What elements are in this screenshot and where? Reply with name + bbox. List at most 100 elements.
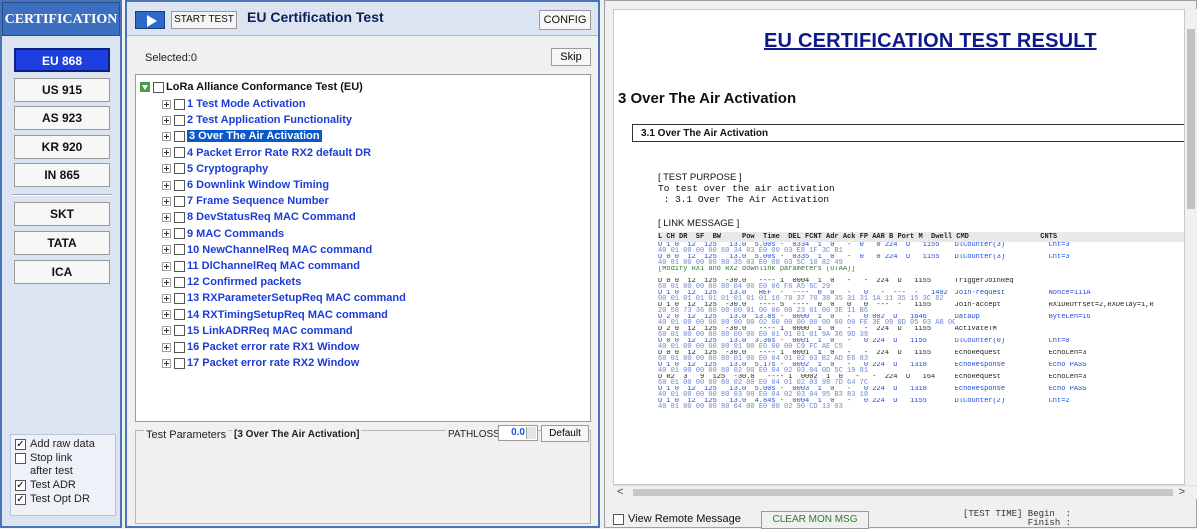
tree-item-checkbox[interactable] <box>174 260 185 272</box>
log-row-main: [Modify RX1 and RX2 downlink parameters … <box>658 266 856 273</box>
report-document[interactable]: EU CERTIFICATION TEST RESULT 3 Over The … <box>613 9 1185 485</box>
tree-item-checkbox[interactable] <box>174 325 185 337</box>
checkbox-test-adr[interactable]: ✓ <box>15 480 26 491</box>
tree-root[interactable]: LoRa Alliance Conformance Test (EU) <box>140 81 363 93</box>
tree-item[interactable]: 10 NewChannelReq MAC command <box>162 243 372 257</box>
operator-button-tata[interactable]: TATA <box>14 231 110 255</box>
region-button-us915[interactable]: US 915 <box>14 78 110 102</box>
subsection-title: 3.1 Over The Air Activation <box>632 124 1184 142</box>
tree-item[interactable]: 11 DlChannelReq MAC command <box>162 259 360 273</box>
expand-icon[interactable] <box>162 115 171 125</box>
region-button-in865[interactable]: IN 865 <box>14 163 110 187</box>
expand-icon[interactable] <box>162 358 171 368</box>
tree-item-checkbox[interactable] <box>174 292 185 304</box>
tree-item-checkbox[interactable] <box>174 341 185 353</box>
expand-icon[interactable] <box>162 326 171 336</box>
tree-item-checkbox[interactable] <box>174 228 185 240</box>
log-row-cnts <box>1049 278 1184 290</box>
option-test-adr[interactable]: ✓ Test ADR <box>15 479 115 492</box>
tree-item[interactable]: 6 Downlink Window Timing <box>162 178 329 192</box>
scroll-left-icon[interactable]: < <box>617 486 623 498</box>
expand-icon[interactable] <box>162 310 171 320</box>
log-row-cmd: EchoRequest <box>954 374 1001 381</box>
tree-item[interactable]: 12 Confirmed packets <box>162 275 301 289</box>
checkbox-stop-link[interactable] <box>15 453 26 464</box>
view-remote-toggle[interactable]: View Remote Message <box>613 513 741 525</box>
tree-item-checkbox[interactable] <box>174 163 185 175</box>
tree-item-checkbox[interactable] <box>174 179 185 191</box>
expand-icon[interactable] <box>162 148 171 158</box>
tree-item[interactable]: 14 RXTimingSetupReq MAC command <box>162 308 388 322</box>
tree-item-checkbox[interactable] <box>174 244 185 256</box>
link-message-header: [ LINK MESSAGE ] <box>658 218 740 229</box>
expand-icon[interactable] <box>162 99 171 109</box>
option-add-raw-data[interactable]: ✓ Add raw data <box>15 438 115 451</box>
report-title: EU CERTIFICATION TEST RESULT <box>764 30 1097 52</box>
tree-item[interactable]: 17 Packet error rate RX2 Window <box>162 356 359 370</box>
tree-item-checkbox[interactable] <box>174 147 185 159</box>
tree-item-checkbox[interactable] <box>174 98 185 110</box>
expand-icon[interactable] <box>162 131 171 141</box>
collapse-icon[interactable] <box>140 82 150 92</box>
tree-item[interactable]: 13 RXParameterSetupReq MAC command <box>162 291 406 305</box>
tree-item-checkbox[interactable] <box>174 211 185 223</box>
log-row: U 1 0 12 125 13.0 REF - ---- 0 0 - 0 - -… <box>658 290 1184 302</box>
clear-mon-msg-button[interactable]: CLEAR MON MSG <box>761 511 869 529</box>
expand-icon[interactable] <box>162 212 171 222</box>
tree-item[interactable]: 2 Test Application Functionality <box>162 113 352 127</box>
tree-item[interactable]: 1 Test Mode Activation <box>162 97 306 111</box>
tree-item-checkbox[interactable] <box>174 130 185 142</box>
tree-item[interactable]: 9 MAC Commands <box>162 227 284 241</box>
horizontal-scrollbar[interactable]: < > <box>613 485 1197 499</box>
hscroll-thumb[interactable] <box>633 489 1173 496</box>
expand-icon[interactable] <box>162 245 171 255</box>
log-row: U 0 0 12 125 13.0 3.36s - 0001 1 0 - 0 2… <box>658 338 1184 350</box>
checkbox-add-raw-data[interactable]: ✓ <box>15 439 26 450</box>
skip-button[interactable]: Skip <box>551 48 591 66</box>
sidebar-options: ✓ Add raw data Stop link after test ✓ Test… <box>10 434 116 516</box>
expand-icon[interactable] <box>162 277 171 287</box>
tree-item-checkbox[interactable] <box>174 309 185 321</box>
start-test-button[interactable]: START TEST <box>171 11 237 29</box>
tree-item-checkbox[interactable] <box>174 114 185 126</box>
tree-item[interactable]: 7 Frame Sequence Number <box>162 194 329 208</box>
vertical-scrollbar[interactable] <box>1185 9 1197 485</box>
region-button-eu868[interactable]: EU 868 <box>14 48 110 72</box>
checkbox-test-opt-dr[interactable]: ✓ <box>15 494 26 505</box>
expand-icon[interactable] <box>162 180 171 190</box>
test-parameters: Test Parameters [3 Over The Air Activati… <box>135 425 591 524</box>
tree-item-checkbox[interactable] <box>174 357 185 369</box>
tree-item[interactable]: 4 Packet Error Rate RX2 default DR <box>162 146 371 160</box>
tree-root-checkbox[interactable] <box>153 81 164 93</box>
option-test-opt-dr[interactable]: ✓ Test Opt DR <box>15 493 115 506</box>
region-button-kr920[interactable]: KR 920 <box>14 135 110 159</box>
log-row-cmd: DlCounter(0) <box>954 338 1006 345</box>
scroll-right-icon[interactable]: > <box>1179 486 1185 498</box>
operator-button-ica[interactable]: ICA <box>14 260 110 284</box>
expand-icon[interactable] <box>162 229 171 239</box>
log-row-cnts: ByteLen=16 <box>1048 314 1091 321</box>
tree-item[interactable]: 5 Cryptography <box>162 162 268 176</box>
tree-item[interactable]: 8 DevStatusReq MAC Command <box>162 210 356 224</box>
view-remote-checkbox[interactable] <box>613 514 624 525</box>
log-row: U 1 0 12 125 13.0 5.17s - 0002 1 0 - 0 2… <box>658 362 1184 374</box>
play-icon[interactable] <box>135 11 165 29</box>
tree-item[interactable]: 3 Over The Air Activation <box>162 129 322 143</box>
operator-button-skt[interactable]: SKT <box>14 202 110 226</box>
pathloss-stepper[interactable]: 0.0 <box>498 425 538 441</box>
scroll-thumb[interactable] <box>1187 29 1195 209</box>
expand-icon[interactable] <box>162 342 171 352</box>
log-row-cmd: ActivateTM <box>954 326 997 333</box>
tree-item[interactable]: 16 Packet error rate RX1 Window <box>162 340 359 354</box>
option-stop-link[interactable]: Stop link after test <box>15 452 115 478</box>
expand-icon[interactable] <box>162 164 171 174</box>
default-button[interactable]: Default <box>541 425 589 442</box>
expand-icon[interactable] <box>162 261 171 271</box>
config-button[interactable]: CONFIG <box>539 10 591 30</box>
tree-item-checkbox[interactable] <box>174 195 185 207</box>
expand-icon[interactable] <box>162 196 171 206</box>
tree-item[interactable]: 15 LinkADRReq MAC command <box>162 324 353 338</box>
region-button-as923[interactable]: AS 923 <box>14 106 110 130</box>
tree-item-checkbox[interactable] <box>174 276 185 288</box>
expand-icon[interactable] <box>162 293 171 303</box>
